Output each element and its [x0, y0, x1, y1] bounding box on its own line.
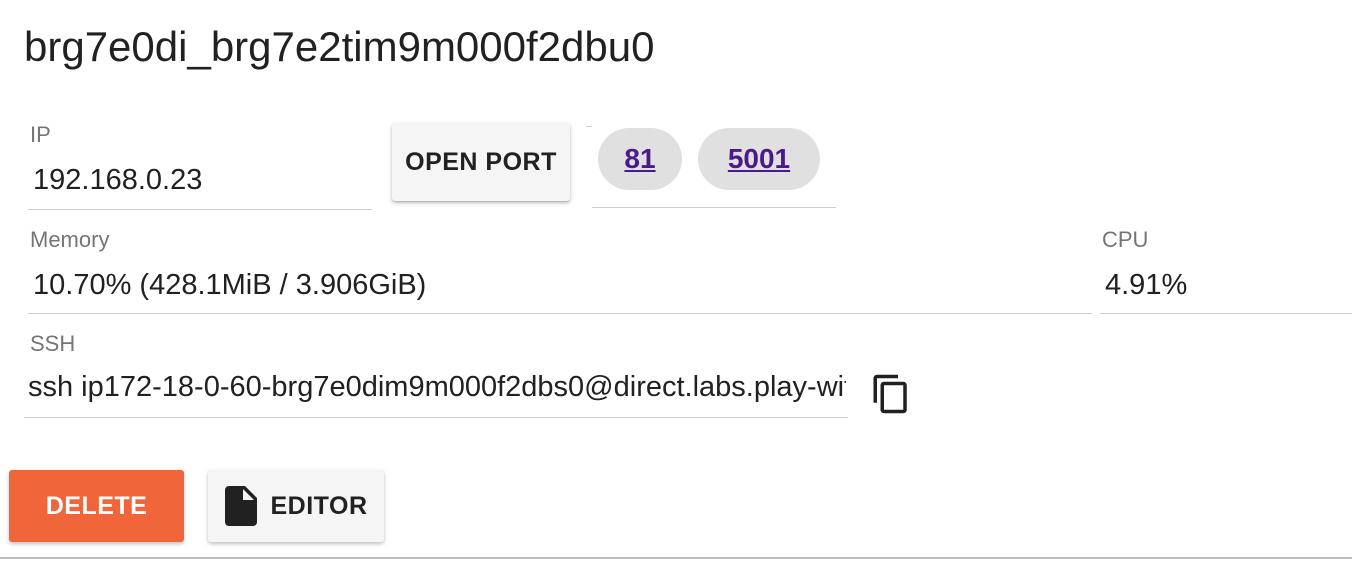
ssh-field: SSH ssh ip172-18-0-60-brg7e0dim9m000f2db… [24, 331, 848, 418]
copy-ssh-button[interactable] [866, 366, 916, 422]
cpu-value[interactable]: 4.91% [1105, 269, 1187, 302]
instance-title: brg7e0di_brg7e2tim9m000f2dbu0 [24, 23, 655, 70]
port-link-5001[interactable]: 5001 [698, 128, 820, 190]
ip-value[interactable]: 192.168.0.23 [33, 164, 202, 197]
instance-panel: brg7e0di_brg7e2tim9m000f2dbu0 IP 192.168… [0, 0, 1352, 562]
copy-icon [873, 374, 907, 414]
file-icon [224, 486, 257, 526]
cpu-label: CPU [1102, 227, 1149, 252]
memory-field: Memory 10.70% (428.1MiB / 3.906GiB) [28, 227, 1092, 314]
cpu-field: CPU 4.91% [1100, 227, 1352, 314]
editor-label: EDITOR [270, 491, 368, 520]
ssh-command-input[interactable]: ssh ip172-18-0-60-brg7e0dim9m000f2dbs0@d… [28, 371, 846, 404]
memory-value[interactable]: 10.70% (428.1MiB / 3.906GiB) [33, 269, 426, 302]
ip-label: IP [30, 122, 51, 147]
panel-divider [0, 557, 1352, 559]
port-link-81[interactable]: 81 [598, 128, 682, 190]
ssh-label: SSH [30, 331, 76, 356]
ports-list: 81 5001 [592, 126, 836, 208]
editor-button[interactable]: EDITOR [208, 470, 384, 542]
open-port-button[interactable]: OPEN PORT [392, 123, 570, 201]
ip-field: IP 192.168.0.23 [28, 122, 372, 210]
delete-button[interactable]: DELETE [9, 470, 184, 542]
memory-label: Memory [30, 227, 110, 252]
